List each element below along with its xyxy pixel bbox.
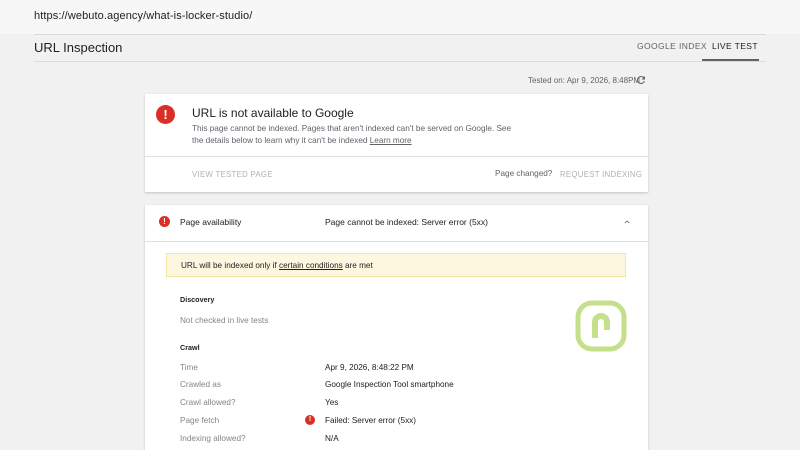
notice-suffix: are met xyxy=(342,261,373,270)
page-availability-header[interactable]: ! Page availability Page cannot be index… xyxy=(145,205,648,241)
availability-label: Page availability xyxy=(180,217,242,227)
page-availability-card: ! Page availability Page cannot be index… xyxy=(145,205,648,450)
page-changed-label: Page changed? xyxy=(495,169,553,178)
availability-status: Page cannot be indexed: Server error (5x… xyxy=(325,217,489,227)
discovery-heading: Discovery xyxy=(180,295,215,304)
crawl-time-label: Time xyxy=(180,363,198,372)
page-title: URL Inspection xyxy=(34,40,123,55)
tab-google-index[interactable]: GOOGLE INDEX xyxy=(637,41,707,51)
certain-conditions-link[interactable]: certain conditions xyxy=(279,261,343,270)
status-title: URL is not available to Google xyxy=(192,106,354,120)
view-tested-page-button[interactable]: VIEW TESTED PAGE xyxy=(192,170,273,179)
crawl-heading: Crawl xyxy=(180,343,200,352)
indexing-conditions-notice: URL will be indexed only if certain cond… xyxy=(166,253,626,277)
error-icon: ! xyxy=(305,415,315,425)
brand-logo-icon xyxy=(575,300,627,352)
crawled-as-value: Google Inspection Tool smartphone xyxy=(325,380,454,389)
card-divider xyxy=(145,156,648,157)
status-description-text: This page cannot be indexed. Pages that … xyxy=(192,124,512,145)
tab-live-test[interactable]: LIVE TEST xyxy=(712,41,758,51)
learn-more-link[interactable]: Learn more xyxy=(370,136,412,145)
request-indexing-button[interactable]: REQUEST INDEXING xyxy=(560,170,642,179)
page-fetch-label: Page fetch xyxy=(180,416,220,425)
discovery-text: Not checked in live tests xyxy=(180,316,269,325)
chevron-up-icon[interactable] xyxy=(622,217,632,227)
refresh-icon[interactable] xyxy=(635,74,647,86)
error-icon: ! xyxy=(156,105,175,124)
status-description: This page cannot be indexed. Pages that … xyxy=(192,123,522,147)
crawl-allowed-value: Yes xyxy=(325,398,339,407)
browser-url[interactable]: https://webuto.agency/what-is-locker-stu… xyxy=(34,10,252,22)
crawled-as-label: Crawled as xyxy=(180,380,221,389)
header-top-divider xyxy=(34,34,766,35)
indexing-allowed-label: Indexing allowed? xyxy=(180,434,246,443)
crawl-time-value: Apr 9, 2026, 8:48:22 PM xyxy=(325,363,414,372)
notice-text: URL will be indexed only if certain cond… xyxy=(181,261,373,270)
notice-prefix: URL will be indexed only if xyxy=(181,261,279,270)
indexing-allowed-value: N/A xyxy=(325,434,339,443)
header-divider xyxy=(34,61,766,62)
browser-address-bar[interactable]: https://webuto.agency/what-is-locker-stu… xyxy=(0,0,800,34)
availability-divider xyxy=(145,241,648,242)
tested-on-timestamp: Tested on: Apr 9, 2026, 8:48PM xyxy=(528,76,641,85)
crawl-allowed-label: Crawl allowed? xyxy=(180,398,236,407)
url-status-card: ! URL is not available to Google This pa… xyxy=(145,94,648,192)
error-icon: ! xyxy=(159,216,170,227)
page-fetch-value: Failed: Server error (5xx) xyxy=(325,416,416,425)
